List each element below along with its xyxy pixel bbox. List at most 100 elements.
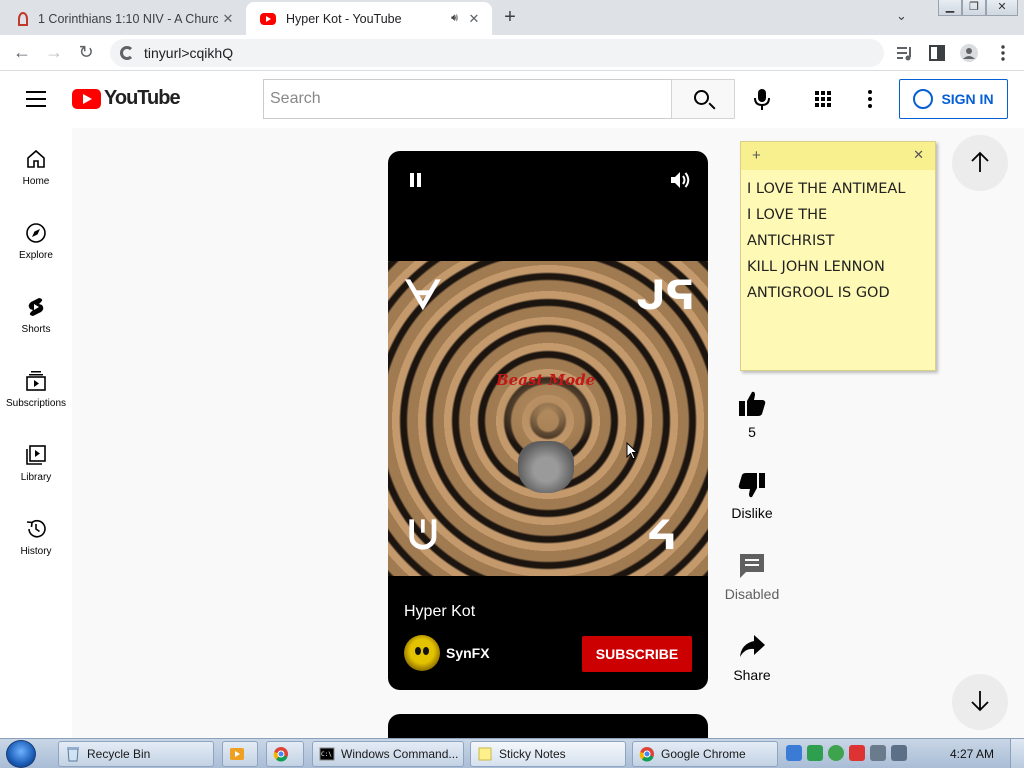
microphone-icon[interactable] <box>753 89 771 111</box>
previous-short-button[interactable] <box>952 135 1008 191</box>
share-icon <box>740 635 765 657</box>
url-text: tinyurl>cqikhQ <box>144 45 234 61</box>
tab-audio-icon[interactable]: 🔊︎ <box>451 12 458 25</box>
dislike-button[interactable]: Dislike <box>720 471 784 521</box>
taskbar-item-command-prompt[interactable]: C:\ Windows Command... <box>312 741 464 767</box>
sidebar-item-label: Shorts <box>21 324 51 335</box>
chrome-menu-icon[interactable] <box>994 44 1012 62</box>
google-icon <box>120 46 134 60</box>
home-icon <box>27 149 45 168</box>
new-note-button[interactable]: + <box>752 147 761 164</box>
forward-button[interactable]: → <box>42 42 66 63</box>
shorts-player[interactable]: ᗄ ᒍᕋ Beast Mode ᕫ ᔦ Hyper Kot SynFX SUBS… <box>388 151 708 690</box>
chrome-icon <box>639 747 654 762</box>
settings-menu-icon[interactable] <box>868 90 874 111</box>
tray-network-icon[interactable] <box>870 745 886 761</box>
taskbar-item-label: Windows Command... <box>341 747 459 761</box>
short-title[interactable]: Hyper Kot <box>404 603 475 621</box>
restore-button[interactable]: ❐ <box>962 0 986 16</box>
taskbar-clock[interactable]: 4:27 AM <box>950 747 994 761</box>
command-prompt-icon: C:\ <box>319 747 335 761</box>
tray-security-icon[interactable] <box>849 745 865 761</box>
tab-close-icon[interactable]: ✕ <box>218 11 238 27</box>
sticky-note-text[interactable]: I LOVE THE ANTIMEAL I LOVE THE ANTICHRIS… <box>741 170 935 306</box>
menu-icon[interactable] <box>26 91 46 112</box>
sign-in-button[interactable]: SIGN IN <box>899 79 1008 119</box>
note-line: I LOVE THE ANTIMEAL <box>747 181 906 197</box>
start-button[interactable] <box>6 740 36 768</box>
search-input[interactable]: Search <box>263 79 672 119</box>
show-desktop-button[interactable] <box>1010 739 1024 768</box>
taskbar-item-chrome-pinned[interactable] <box>266 741 304 767</box>
window-controls: ▁ ❐ ✕ <box>938 0 1018 16</box>
sidebar-item-home[interactable]: Home <box>0 128 72 202</box>
channel-name[interactable]: SynFX <box>446 645 490 661</box>
tab-bible[interactable]: 1 Corinthians 1:10 NIV - A Church ✕ <box>4 2 246 35</box>
video-frame[interactable]: ᗄ ᒍᕋ Beast Mode ᕫ ᔦ <box>388 261 708 576</box>
logo-text: YouTube <box>104 87 181 109</box>
sidebar-item-history[interactable]: History <box>0 498 72 572</box>
youtube-logo[interactable]: YouTube <box>72 87 181 110</box>
chrome-icon <box>273 747 288 762</box>
side-panel-icon[interactable] <box>928 44 946 62</box>
tab-title: 1 Corinthians 1:10 NIV - A Church <box>38 11 218 26</box>
back-button[interactable]: ← <box>10 42 34 63</box>
compass-icon <box>26 223 46 243</box>
taskbar-item-media-player[interactable] <box>222 741 258 767</box>
volume-icon[interactable] <box>670 170 692 190</box>
tab-youtube[interactable]: Hyper Kot - YouTube 🔊︎ ✕ <box>246 2 492 35</box>
profile-icon[interactable] <box>960 44 978 62</box>
subscribe-button[interactable]: SUBSCRIBE <box>582 636 692 672</box>
search-button[interactable] <box>671 79 735 119</box>
like-count: 5 <box>748 424 756 440</box>
tray-volume-icon[interactable] <box>891 745 907 761</box>
close-window-button[interactable]: ✕ <box>986 0 1018 16</box>
sticky-note-window[interactable]: + ✕ I LOVE THE ANTIMEAL I LOVE THE ANTIC… <box>740 141 936 371</box>
reload-button[interactable]: ↻ <box>74 42 98 63</box>
tab-close-icon[interactable]: ✕ <box>464 11 484 27</box>
sidebar-item-explore[interactable]: Explore <box>0 202 72 276</box>
tray-check-icon[interactable] <box>807 745 823 761</box>
sidebar-item-label: Explore <box>19 250 53 261</box>
shorts-icon <box>28 298 44 316</box>
apps-grid-icon[interactable] <box>815 91 831 107</box>
taskbar-item-recycle-bin[interactable]: Recycle Bin <box>58 741 214 767</box>
media-control-icon[interactable] <box>896 44 914 62</box>
note-line: ANTICHRIST <box>747 233 835 249</box>
sidebar-item-label: History <box>20 546 52 557</box>
history-icon <box>26 519 46 538</box>
sidebar-item-subscriptions[interactable]: Subscriptions <box>0 350 72 424</box>
library-icon <box>26 445 46 465</box>
account-icon <box>913 89 934 109</box>
comments-label: Disabled <box>724 586 780 602</box>
share-button[interactable]: Share <box>720 633 784 683</box>
channel-avatar[interactable] <box>404 635 440 671</box>
biblegateway-favicon-icon <box>18 11 28 26</box>
browser-toolbar: ← → ↻ tinyurl>cqikhQ <box>0 35 1024 71</box>
taskbar-item-label: Google Chrome <box>661 747 746 761</box>
minimize-button[interactable]: ▁ <box>938 0 962 16</box>
note-line: ANTIGROOL IS GOD <box>747 285 890 301</box>
tray-app-icon[interactable] <box>786 745 802 761</box>
thumbs-up-icon <box>739 391 766 416</box>
next-short-button[interactable] <box>952 674 1008 730</box>
rune-glyph: ᒍᕋ <box>636 273 696 319</box>
taskbar-item-google-chrome[interactable]: Google Chrome <box>632 741 778 767</box>
comments-button[interactable]: Disabled <box>720 552 784 602</box>
sidebar-item-shorts[interactable]: Shorts <box>0 276 72 350</box>
cat-image <box>518 441 574 493</box>
tab-search-button[interactable]: ⌄ <box>896 8 907 24</box>
delete-note-button[interactable]: ✕ <box>913 147 924 163</box>
taskbar-item-sticky-notes[interactable]: Sticky Notes <box>470 741 626 767</box>
mouse-cursor-icon <box>626 442 638 460</box>
new-tab-button[interactable]: + <box>498 6 522 29</box>
sidebar-item-label: Library <box>20 472 52 483</box>
tray-refresh-icon[interactable] <box>828 745 844 761</box>
address-bar[interactable]: tinyurl>cqikhQ <box>110 39 884 67</box>
search-icon <box>694 90 709 105</box>
sticky-note-titlebar[interactable]: + ✕ <box>741 142 935 170</box>
sidebar-item-library[interactable]: Library <box>0 424 72 498</box>
sign-in-label: SIGN IN <box>941 91 994 107</box>
pause-icon[interactable] <box>410 173 424 187</box>
like-button[interactable]: 5 <box>720 390 784 440</box>
